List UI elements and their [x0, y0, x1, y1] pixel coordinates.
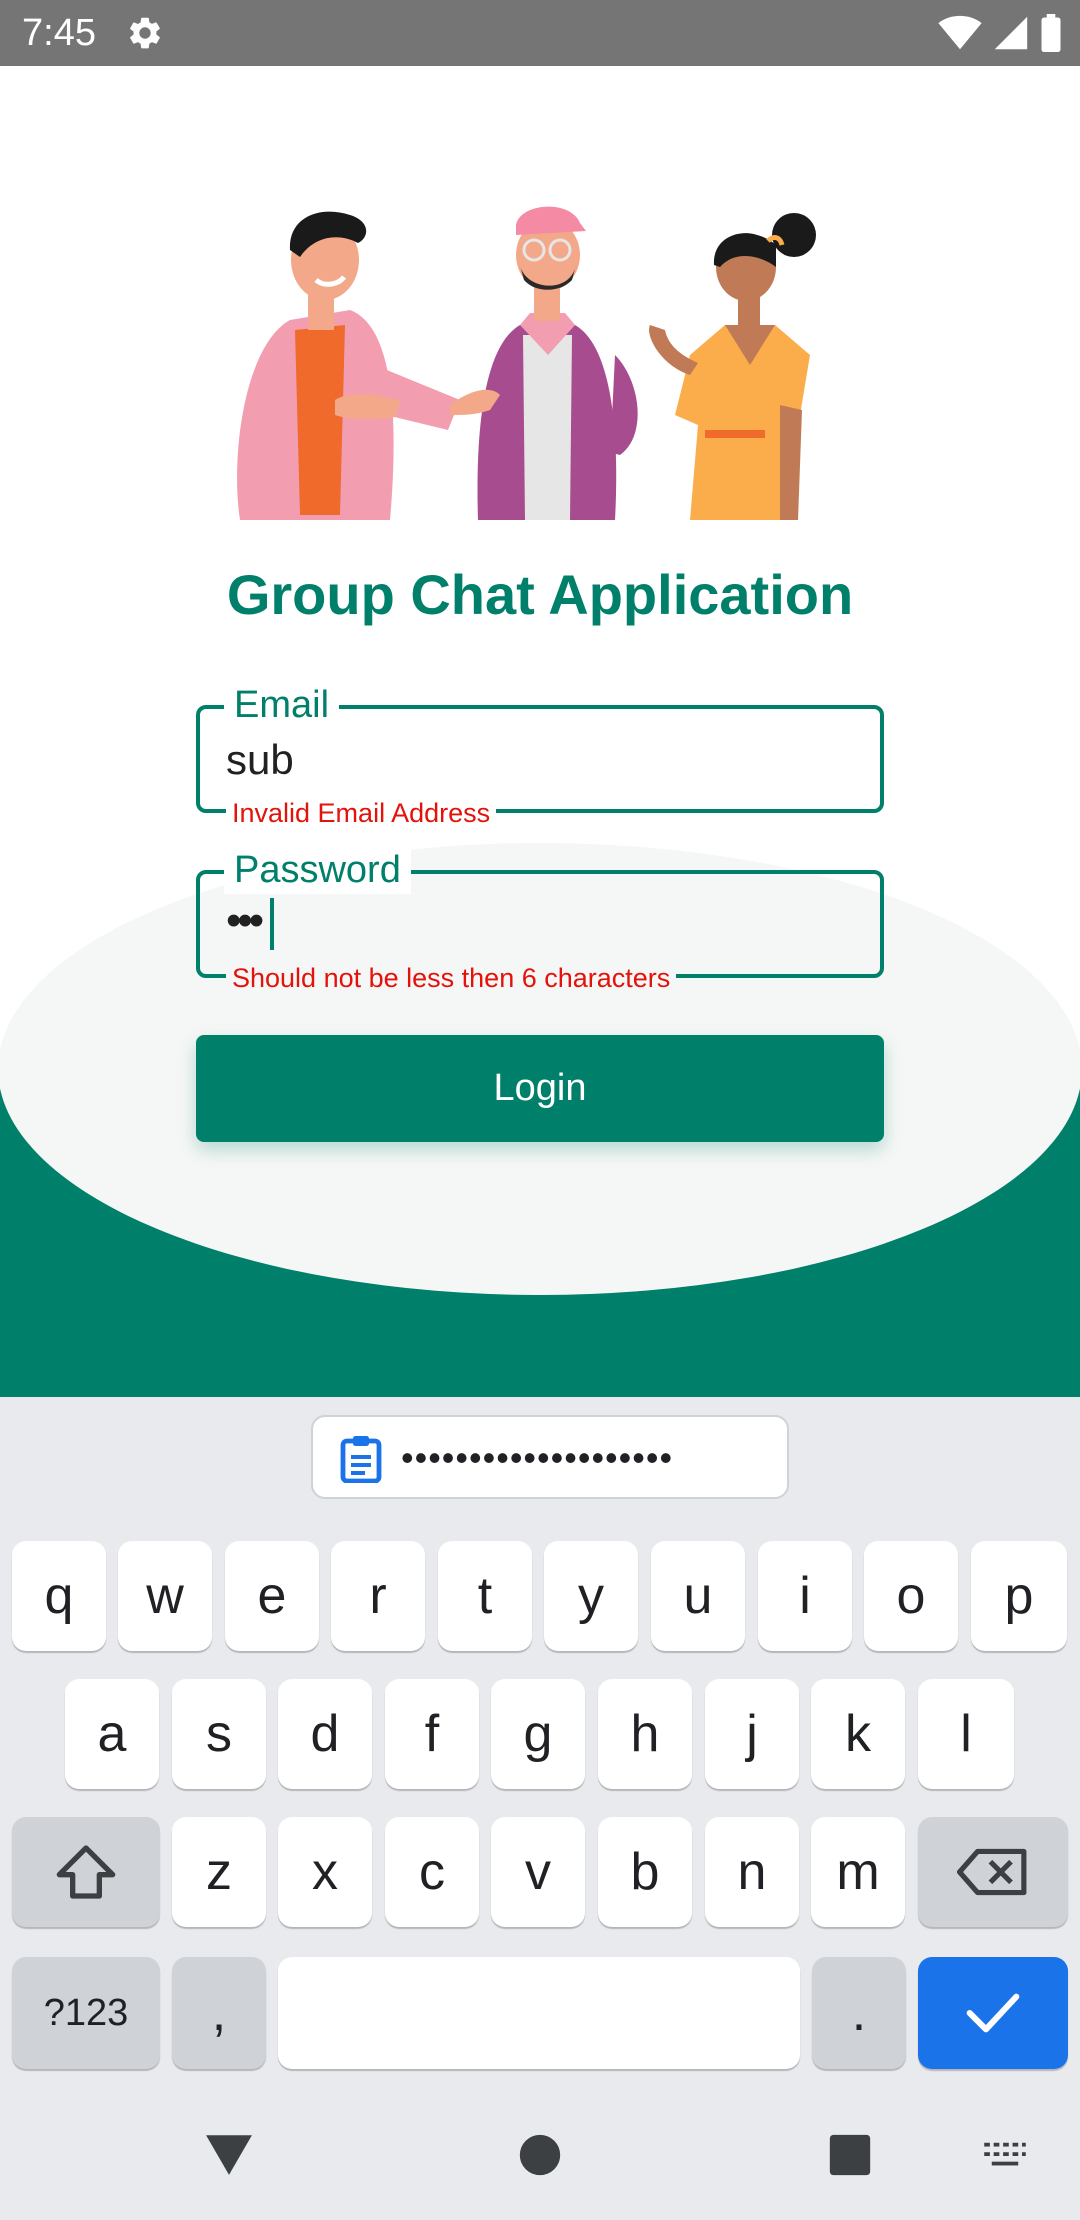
backspace-icon: [957, 1848, 1027, 1896]
right-person: [649, 213, 816, 520]
key-z[interactable]: z: [172, 1817, 266, 1927]
enter-key[interactable]: [918, 1957, 1068, 2069]
email-field[interactable]: Email sub Invalid Email Address: [196, 681, 884, 831]
backspace-key[interactable]: [918, 1817, 1068, 1927]
battery-icon: [1041, 14, 1061, 52]
key-e[interactable]: e: [225, 1541, 319, 1651]
key-n[interactable]: n: [705, 1817, 799, 1927]
key-i[interactable]: i: [758, 1541, 852, 1651]
key-u[interactable]: u: [651, 1541, 745, 1651]
people-illustration: [237, 206, 816, 520]
login-screen: 7:45 Group Chat Application Email sub In…: [0, 0, 1080, 2220]
key-s[interactable]: s: [172, 1679, 266, 1789]
key-r[interactable]: r: [331, 1541, 425, 1651]
check-icon: [966, 1993, 1020, 2033]
clipboard-icon: [340, 1436, 382, 1483]
key-o[interactable]: o: [864, 1541, 958, 1651]
email-error: Invalid Email Address: [226, 795, 497, 831]
recents-icon[interactable]: [828, 2133, 872, 2177]
period-key[interactable]: .: [812, 1957, 906, 2069]
status-bar: 7:45: [0, 0, 1080, 66]
wifi-icon: [938, 15, 982, 50]
email-label: Email: [224, 681, 340, 729]
middle-person: [450, 206, 638, 520]
key-c[interactable]: c: [385, 1817, 479, 1927]
status-icons: [938, 14, 1062, 52]
key-g[interactable]: g: [491, 1679, 585, 1789]
symbols-key[interactable]: ?123: [12, 1957, 160, 2069]
comma-key[interactable]: ,: [172, 1957, 266, 2069]
back-icon[interactable]: [204, 2131, 254, 2177]
key-a[interactable]: a: [65, 1679, 159, 1789]
gear-icon: [130, 17, 160, 49]
password-error: Should not be less then 6 characters: [226, 960, 677, 996]
space-key[interactable]: [278, 1957, 800, 2069]
key-w[interactable]: w: [118, 1541, 212, 1651]
text-cursor: [270, 898, 274, 950]
key-y[interactable]: y: [544, 1541, 638, 1651]
key-x[interactable]: x: [278, 1817, 372, 1927]
key-b[interactable]: b: [598, 1817, 692, 1927]
password-label: Password: [224, 846, 411, 894]
navigation-bar: [0, 2097, 1080, 2220]
key-l[interactable]: l: [918, 1679, 1014, 1789]
password-value: •••: [226, 896, 264, 945]
key-m[interactable]: m: [811, 1817, 905, 1927]
key-t[interactable]: t: [438, 1541, 532, 1651]
key-f[interactable]: f: [385, 1679, 479, 1789]
shift-key[interactable]: [12, 1817, 160, 1927]
key-h[interactable]: h: [598, 1679, 692, 1789]
key-p[interactable]: p: [971, 1541, 1067, 1651]
signal-icon: [994, 16, 1028, 50]
key-q[interactable]: q: [12, 1541, 106, 1651]
left-person: [237, 211, 460, 520]
status-time: 7:45: [22, 12, 96, 54]
app-title: Group Chat Application: [226, 563, 854, 626]
login-button[interactable]: Login: [196, 1035, 884, 1142]
keyboard-switch-icon[interactable]: [982, 2139, 1028, 2173]
password-field[interactable]: Password ••• Should not be less then 6 c…: [196, 846, 884, 996]
key-v[interactable]: v: [491, 1817, 585, 1927]
clipboard-suggestion[interactable]: ••••••••••••••••••••: [311, 1415, 789, 1499]
key-j[interactable]: j: [705, 1679, 799, 1789]
key-d[interactable]: d: [278, 1679, 372, 1789]
clipboard-text: ••••••••••••••••••••: [401, 1437, 674, 1478]
key-k[interactable]: k: [811, 1679, 905, 1789]
soft-keyboard: •••••••••••••••••••• q w e r t y u i o p…: [0, 1397, 1080, 2097]
shift-icon: [56, 1845, 116, 1899]
home-icon[interactable]: [518, 2133, 562, 2177]
email-value: sub: [226, 736, 294, 783]
